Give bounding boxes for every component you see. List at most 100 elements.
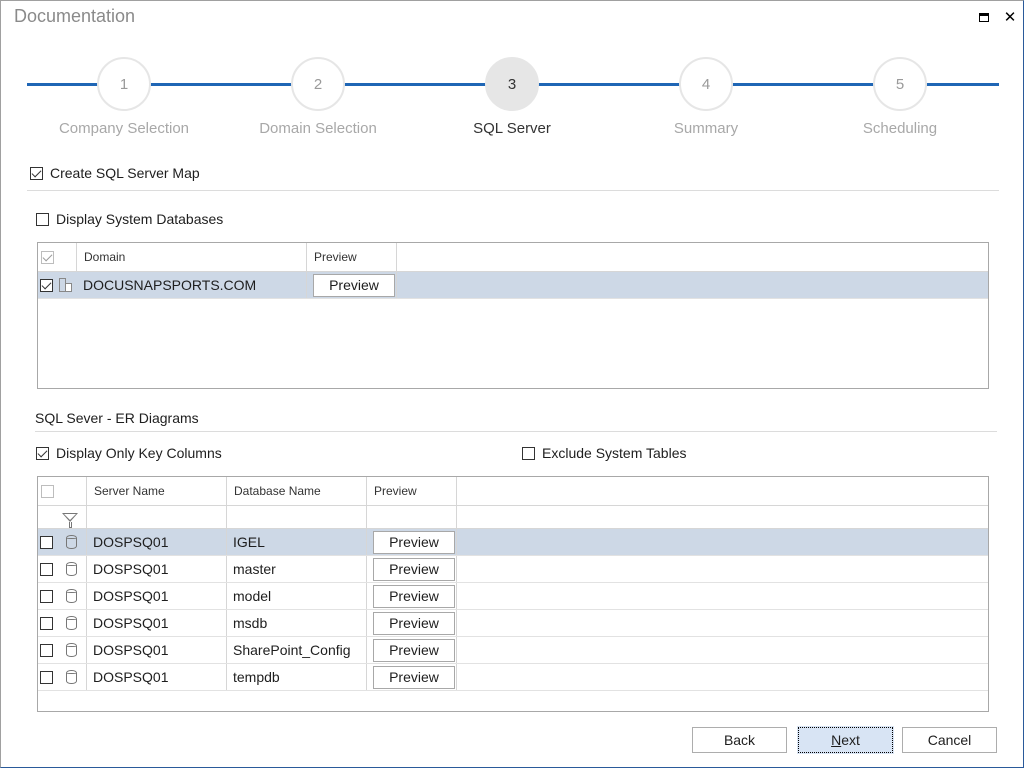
step-summary: 4 Summary bbox=[606, 57, 806, 137]
row-select-cell bbox=[38, 637, 87, 663]
select-all-cell bbox=[38, 243, 77, 271]
preview-button[interactable]: Preview bbox=[373, 530, 455, 554]
preview-button[interactable]: Preview bbox=[373, 584, 455, 608]
filter-preview[interactable] bbox=[367, 506, 457, 528]
database-name-cell: msdb bbox=[227, 610, 367, 636]
filter-cell[interactable] bbox=[38, 506, 87, 528]
step-label: Domain Selection bbox=[259, 120, 377, 137]
filter-icon[interactable] bbox=[62, 512, 78, 528]
display-system-databases-checkbox[interactable]: Display System Databases bbox=[36, 211, 223, 227]
cancel-button[interactable]: Cancel bbox=[902, 727, 997, 753]
preview-cell: Preview bbox=[367, 556, 457, 582]
database-name-cell: model bbox=[227, 583, 367, 609]
divider bbox=[27, 190, 999, 191]
select-all-checkbox[interactable] bbox=[41, 250, 54, 264]
server-name-cell: DOSPSQ01 bbox=[87, 637, 227, 663]
maximize-button[interactable] bbox=[974, 7, 994, 27]
filter-server-name[interactable] bbox=[87, 506, 227, 528]
preview-button[interactable]: Preview bbox=[373, 665, 455, 689]
close-button[interactable]: ✕ bbox=[1000, 7, 1020, 27]
step-domain-selection: 2 Domain Selection bbox=[218, 57, 418, 137]
column-header-server-name[interactable]: Server Name bbox=[87, 477, 227, 505]
database-icon bbox=[66, 616, 77, 630]
preview-cell: Preview bbox=[307, 272, 397, 298]
database-grid-header: Server Name Database Name Preview bbox=[38, 477, 988, 506]
column-header-database-name[interactable]: Database Name bbox=[227, 477, 367, 505]
create-sql-server-map-checkbox[interactable]: Create SQL Server Map bbox=[30, 165, 200, 181]
preview-cell: Preview bbox=[367, 637, 457, 663]
preview-cell: Preview bbox=[367, 529, 457, 555]
server-icon bbox=[59, 278, 73, 292]
preview-button[interactable]: Preview bbox=[313, 273, 395, 297]
checkbox-box[interactable] bbox=[36, 446, 49, 460]
row-checkbox[interactable] bbox=[40, 670, 53, 684]
table-row[interactable]: DOSPSQ01 IGEL Preview bbox=[38, 529, 988, 556]
table-row[interactable]: DOSPSQ01 msdb Preview bbox=[38, 610, 988, 637]
filter-database-name[interactable] bbox=[227, 506, 367, 528]
step-label: Summary bbox=[673, 120, 739, 137]
select-all-cell bbox=[38, 477, 87, 505]
row-checkbox[interactable] bbox=[40, 562, 53, 576]
checkbox-label: Exclude System Tables bbox=[542, 445, 687, 461]
row-checkbox[interactable] bbox=[40, 278, 53, 292]
checkbox-box[interactable] bbox=[36, 212, 49, 226]
server-name-cell: DOSPSQ01 bbox=[87, 583, 227, 609]
row-checkbox[interactable] bbox=[40, 535, 53, 549]
database-icon bbox=[66, 589, 77, 603]
checkbox-box[interactable] bbox=[30, 166, 43, 180]
table-row[interactable]: DOCUSNAPSPORTS.COM Preview bbox=[38, 272, 988, 299]
checkbox-box[interactable] bbox=[522, 446, 535, 460]
next-button[interactable]: Next bbox=[797, 726, 894, 754]
step-label: Scheduling bbox=[862, 120, 938, 137]
exclude-system-tables-checkbox[interactable]: Exclude System Tables bbox=[522, 445, 686, 461]
database-icon bbox=[66, 643, 77, 657]
row-select-cell bbox=[38, 610, 87, 636]
filter-row bbox=[38, 506, 988, 529]
domain-grid-header: Domain Preview bbox=[38, 243, 988, 272]
row-checkbox[interactable] bbox=[40, 643, 53, 657]
domain-grid: Domain Preview DOCUSNAPSPORTS.COM Previe… bbox=[37, 242, 989, 389]
preview-button[interactable]: Preview bbox=[373, 638, 455, 662]
step-label: SQL Server bbox=[473, 120, 551, 137]
divider bbox=[35, 431, 997, 432]
preview-cell: Preview bbox=[367, 610, 457, 636]
step-label: Company Selection bbox=[58, 120, 190, 137]
row-select-cell bbox=[38, 529, 87, 555]
step-circle: 3 bbox=[485, 57, 539, 111]
database-name-cell: SharePoint_Config bbox=[227, 637, 367, 663]
row-select-cell bbox=[38, 556, 87, 582]
display-only-key-columns-checkbox[interactable]: Display Only Key Columns bbox=[36, 445, 222, 461]
step-circle: 5 bbox=[873, 57, 927, 111]
er-diagrams-section-title: SQL Sever - ER Diagrams bbox=[35, 410, 199, 426]
row-checkbox[interactable] bbox=[40, 616, 53, 630]
database-name-cell: master bbox=[227, 556, 367, 582]
wizard-stepper: 1 Company Selection 2 Domain Selection 3… bbox=[27, 57, 999, 147]
database-icon bbox=[66, 535, 77, 549]
checkbox-label: Create SQL Server Map bbox=[50, 165, 200, 181]
row-select-cell bbox=[38, 664, 87, 690]
column-header-preview[interactable]: Preview bbox=[307, 243, 397, 271]
row-checkbox[interactable] bbox=[40, 589, 53, 603]
window-title: Documentation bbox=[14, 6, 136, 26]
table-row[interactable]: DOSPSQ01 master Preview bbox=[38, 556, 988, 583]
preview-cell: Preview bbox=[367, 583, 457, 609]
checkbox-label: Display Only Key Columns bbox=[56, 445, 222, 461]
column-header-preview[interactable]: Preview bbox=[367, 477, 457, 505]
row-select-cell bbox=[38, 272, 77, 298]
database-grid: Server Name Database Name Preview DOSPSQ… bbox=[37, 476, 989, 712]
step-company-selection: 1 Company Selection bbox=[24, 57, 224, 137]
database-icon bbox=[66, 562, 77, 576]
server-name-cell: DOSPSQ01 bbox=[87, 529, 227, 555]
table-row[interactable]: DOSPSQ01 model Preview bbox=[38, 583, 988, 610]
back-button[interactable]: Back bbox=[692, 727, 787, 753]
domain-cell: DOCUSNAPSPORTS.COM bbox=[77, 272, 307, 298]
preview-button[interactable]: Preview bbox=[373, 611, 455, 635]
select-all-checkbox[interactable] bbox=[41, 484, 54, 498]
row-select-cell bbox=[38, 583, 87, 609]
table-row[interactable]: DOSPSQ01 tempdb Preview bbox=[38, 664, 988, 691]
table-row[interactable]: DOSPSQ01 SharePoint_Config Preview bbox=[38, 637, 988, 664]
database-icon bbox=[66, 670, 77, 684]
next-label: ext bbox=[841, 732, 860, 748]
column-header-domain[interactable]: Domain bbox=[77, 243, 307, 271]
preview-button[interactable]: Preview bbox=[373, 557, 455, 581]
